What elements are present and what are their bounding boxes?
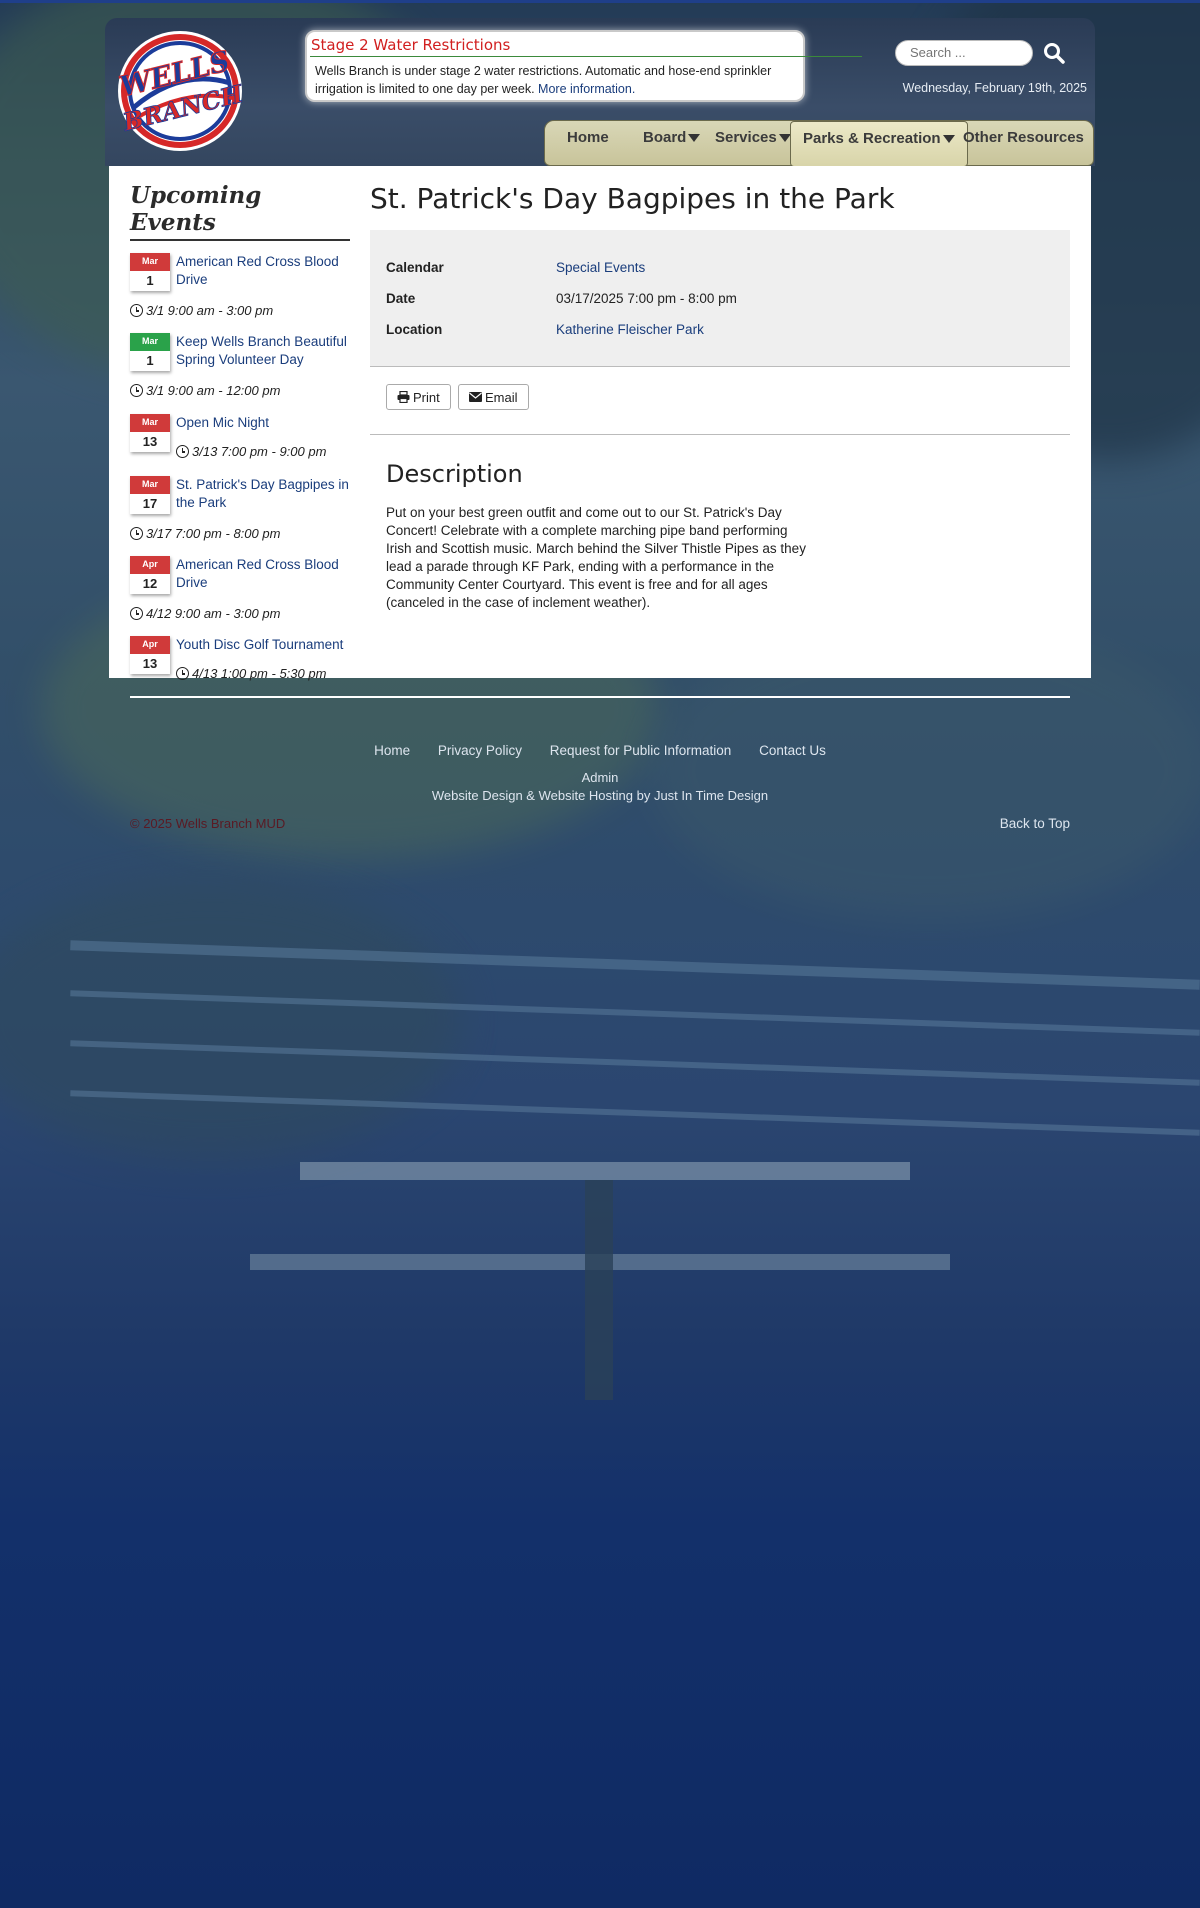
- location-link[interactable]: Katherine Fleischer Park: [556, 322, 976, 337]
- footer-credit[interactable]: Website Design & Website Hosting by Just…: [0, 788, 1200, 803]
- alert-title: Stage 2 Water Restrictions: [311, 36, 511, 54]
- nav-home-label: Home: [567, 129, 609, 146]
- clock-icon: [130, 384, 143, 397]
- event-day: 13: [142, 656, 158, 671]
- alert-divider: [310, 56, 862, 57]
- event-time-text: 3/17 7:00 pm - 8:00 pm: [146, 526, 281, 541]
- nav-board[interactable]: Board: [643, 121, 701, 167]
- alert-more-info-link[interactable]: More information.: [538, 82, 635, 96]
- main-nav: Home Board Services Parks & Recreation O…: [544, 120, 1094, 177]
- search-input[interactable]: [895, 40, 1033, 66]
- event-month: Apr: [130, 636, 170, 654]
- date-label: Date: [386, 291, 416, 306]
- nav-parks-label: Parks & Recreation: [803, 130, 941, 147]
- event-day: 17: [142, 496, 158, 511]
- event-time-text: 4/13 1:00 pm - 5:30 pm: [192, 666, 327, 681]
- email-label: Email: [485, 390, 518, 405]
- event-time: 4/12 9:00 am - 3:00 pm: [130, 606, 280, 621]
- event-time-text: 3/13 7:00 pm - 9:00 pm: [192, 444, 327, 459]
- event-month: Mar: [130, 414, 170, 432]
- event-title-link[interactable]: St. Patrick's Day Bagpipes in the Park: [176, 476, 351, 512]
- event-month: Mar: [130, 333, 170, 351]
- event-title-link[interactable]: American Red Cross Blood Drive: [176, 556, 351, 592]
- clock-icon: [130, 527, 143, 540]
- calendar-link[interactable]: Special Events: [556, 260, 976, 275]
- event-month: Mar: [130, 476, 170, 494]
- event-time-text: 3/1 9:00 am - 3:00 pm: [146, 303, 274, 318]
- event-day: 1: [146, 353, 154, 368]
- event-time: 3/13 7:00 pm - 9:00 pm: [176, 444, 326, 459]
- search-icon[interactable]: [1042, 41, 1066, 65]
- nav-board-label: Board: [643, 129, 687, 146]
- alert-body: Wells Branch is under stage 2 water rest…: [315, 62, 785, 98]
- email-button[interactable]: Email: [458, 384, 529, 410]
- upcoming-events-sidebar: Upcoming Events Mar 1 American Red Cross …: [130, 182, 350, 681]
- calendar-badge: Mar 17: [130, 476, 170, 514]
- clock-icon: [176, 667, 189, 680]
- description-text: Put on your best green outfit and come o…: [386, 505, 806, 610]
- event-month: Mar: [130, 253, 170, 271]
- calendar-badge: Mar 1: [130, 333, 170, 371]
- current-date: Wednesday, February 19th, 2025: [902, 81, 1087, 95]
- water-restriction-alert: Stage 2 Water Restrictions Wells Branch …: [305, 30, 862, 102]
- footer-link-privacy[interactable]: Privacy Policy: [438, 743, 522, 758]
- chevron-down-icon: [778, 134, 791, 143]
- page-title: St. Patrick's Day Bagpipes in the Park: [370, 182, 895, 215]
- footer-link-public-info[interactable]: Request for Public Information: [550, 743, 732, 758]
- clock-icon: [176, 445, 189, 458]
- top-accent-bar: [0, 0, 1200, 3]
- nav-services[interactable]: Services: [715, 121, 791, 167]
- sidebar-title: Upcoming Events: [130, 182, 350, 241]
- event-title-link[interactable]: American Red Cross Blood Drive: [176, 253, 351, 289]
- event-month: Apr: [130, 556, 170, 574]
- event-time: 3/1 9:00 am - 3:00 pm: [130, 303, 273, 318]
- nav-home[interactable]: Home: [567, 121, 609, 167]
- event-day: 13: [142, 434, 158, 449]
- footer-link-contact[interactable]: Contact Us: [759, 743, 826, 758]
- site-header: WELLS BRANCH Stage 2 Water Restrictions …: [105, 18, 1095, 177]
- footer-admin-link[interactable]: Admin: [0, 770, 1200, 785]
- chevron-down-icon: [688, 134, 701, 143]
- event-title-link[interactable]: Youth Disc Golf Tournament: [176, 636, 351, 654]
- print-button[interactable]: Print: [386, 384, 451, 410]
- footer-divider: [130, 696, 1070, 698]
- event-day: 1: [146, 273, 154, 288]
- location-label: Location: [386, 322, 443, 337]
- event-time-text: 3/1 9:00 am - 12:00 pm: [146, 383, 281, 398]
- main-content-panel: Upcoming Events Mar 1 American Red Cross …: [109, 166, 1091, 681]
- event-detail: St. Patrick's Day Bagpipes in the Park C…: [370, 182, 1070, 610]
- event-time: 4/13 1:00 pm - 5:30 pm: [176, 666, 326, 681]
- calendar-badge: Apr 12: [130, 556, 170, 594]
- event-title-link[interactable]: Open Mic Night: [176, 414, 351, 432]
- calendar-label: Calendar: [386, 260, 444, 275]
- nav-services-label: Services: [715, 129, 777, 146]
- back-to-top-link[interactable]: Back to Top: [1000, 816, 1070, 831]
- nav-other-label: Other Resources: [963, 129, 1084, 146]
- clock-icon: [130, 304, 143, 317]
- event-details-box: Calendar Special Events Date 03/17/2025 …: [370, 230, 1070, 367]
- event-time: 3/1 9:00 am - 12:00 pm: [130, 383, 280, 398]
- event-title-link[interactable]: Keep Wells Branch Beautiful Spring Volun…: [176, 333, 351, 369]
- date-value: 03/17/2025 7:00 pm - 8:00 pm: [556, 291, 737, 306]
- calendar-badge: Mar 1: [130, 253, 170, 291]
- content-divider: [370, 434, 1070, 435]
- print-icon: [397, 390, 410, 404]
- envelope-icon: [469, 392, 482, 402]
- clock-icon: [130, 607, 143, 620]
- print-label: Print: [413, 390, 440, 405]
- nav-parks-recreation[interactable]: Parks & Recreation: [790, 121, 968, 167]
- footer-copyright: © 2025 Wells Branch MUD: [130, 816, 286, 831]
- wells-branch-logo[interactable]: WELLS BRANCH: [115, 28, 245, 154]
- footer-link-home[interactable]: Home: [374, 743, 410, 758]
- chevron-down-icon: [942, 135, 955, 144]
- calendar-badge: Mar 13: [130, 414, 170, 452]
- event-day: 12: [142, 576, 158, 591]
- footer-links: Home Privacy Policy Request for Public I…: [0, 743, 1200, 758]
- event-time-text: 4/12 9:00 am - 3:00 pm: [146, 606, 281, 621]
- event-time: 3/17 7:00 pm - 8:00 pm: [130, 526, 280, 541]
- calendar-badge: Apr 13: [130, 636, 170, 674]
- nav-other-resources[interactable]: Other Resources: [963, 121, 1093, 177]
- description-heading: Description: [386, 460, 523, 488]
